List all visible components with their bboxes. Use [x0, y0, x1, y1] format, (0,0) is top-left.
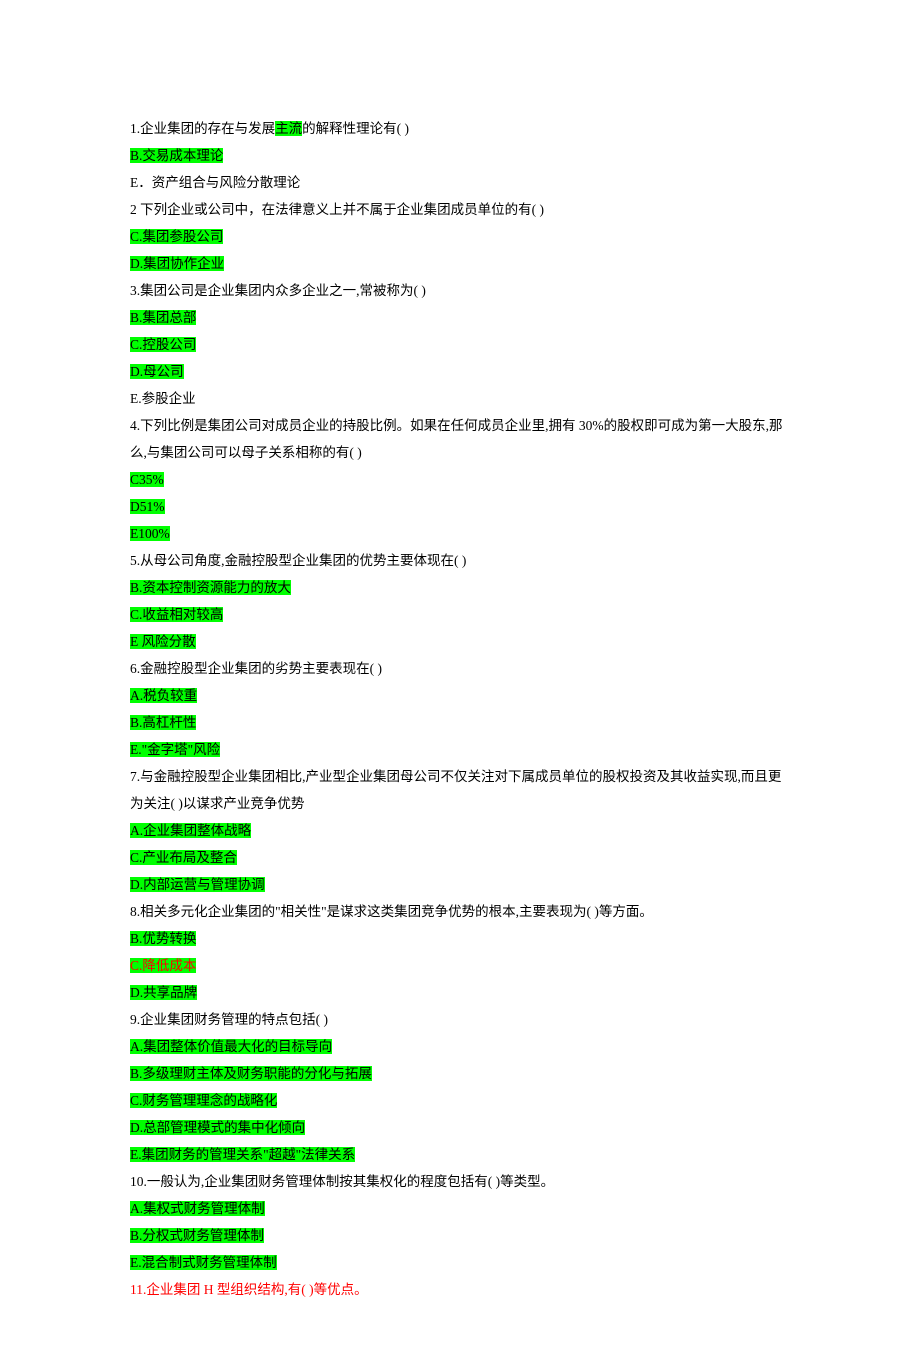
option-text: B.优势转换 — [130, 931, 196, 946]
option-text: B.高杠杆性 — [130, 715, 196, 730]
answer-option: D.总部管理模式的集中化倾向 — [130, 1114, 790, 1141]
answer-option: B.集团总部 — [130, 304, 790, 331]
answer-option: D51% — [130, 493, 790, 520]
stem-text: 9.企业集团财务管理的特点包括( ) — [130, 1012, 328, 1027]
answer-option: B.交易成本理论 — [130, 142, 790, 169]
option-text: E.参股企业 — [130, 391, 196, 406]
option-text: A.集团整体价值最大化的目标导向 — [130, 1039, 332, 1054]
stem-text: 8.相关多元化企业集团的"相关性"是谋求这类集团竞争优势的根本,主要表现为( )… — [130, 904, 653, 919]
question-stem: 10.一般认为,企业集团财务管理体制按其集权化的程度包括有( )等类型。 — [130, 1168, 790, 1195]
answer-option: A.企业集团整体战略 — [130, 817, 790, 844]
answer-option: A.集团整体价值最大化的目标导向 — [130, 1033, 790, 1060]
option-text: A.税负较重 — [130, 688, 197, 703]
answer-option: D.内部运营与管理协调 — [130, 871, 790, 898]
question-stem: 3.集团公司是企业集团内众多企业之一,常被称为( ) — [130, 277, 790, 304]
answer-option: D.共享品牌 — [130, 979, 790, 1006]
stem-text: 3.集团公司是企业集团内众多企业之一,常被称为( ) — [130, 283, 426, 298]
document-page: 1.企业集团的存在与发展主流的解释性理论有( ) B.交易成本理论 E．资产组合与风… — [0, 0, 920, 1363]
option-text: D.母公司 — [130, 364, 184, 379]
answer-option: C.产业布局及整合 — [130, 844, 790, 871]
answer-option: E．资产组合与风险分散理论 — [130, 169, 790, 196]
answer-option: B.资本控制资源能力的放大 — [130, 574, 790, 601]
answer-option: C.控股公司 — [130, 331, 790, 358]
option-text: D.总部管理模式的集中化倾向 — [130, 1120, 305, 1135]
answer-option: B.多级理财主体及财务职能的分化与拓展 — [130, 1060, 790, 1087]
option-text: E.混合制式财务管理体制 — [130, 1255, 277, 1270]
answer-option: D.母公司 — [130, 358, 790, 385]
option-text: E．资产组合与风险分散理论 — [130, 175, 300, 190]
option-text: B.集团总部 — [130, 310, 196, 325]
stem-text: 5.从母公司角度,金融控股型企业集团的优势主要体现在( ) — [130, 553, 466, 568]
option-text: C.控股公司 — [130, 337, 196, 352]
answer-option: E.混合制式财务管理体制 — [130, 1249, 790, 1276]
option-text: E.集团财务的管理关系"超越"法律关系 — [130, 1147, 355, 1162]
option-text: C.收益相对较高 — [130, 607, 223, 622]
option-text: A.企业集团整体战略 — [130, 823, 251, 838]
option-text: B.交易成本理论 — [130, 148, 223, 163]
question-stem: 2 下列企业或公司中，在法律意义上并不属于企业集团成员单位的有( ) — [130, 196, 790, 223]
answer-option: C35% — [130, 466, 790, 493]
answer-option: D.集团协作企业 — [130, 250, 790, 277]
stem-part: 的解释性理论有( ) — [302, 121, 409, 136]
question-stem: 11.企业集团 H 型组织结构,有( )等优点。 — [130, 1276, 790, 1303]
answer-option: A.集权式财务管理体制 — [130, 1195, 790, 1222]
answer-option: E 风险分散 — [130, 628, 790, 655]
question-stem: 1.企业集团的存在与发展主流的解释性理论有( ) — [130, 115, 790, 142]
question-stem: 8.相关多元化企业集团的"相关性"是谋求这类集团竞争优势的根本,主要表现为( )… — [130, 898, 790, 925]
option-text: C.财务管理理念的战略化 — [130, 1093, 277, 1108]
question-stem: 5.从母公司角度,金融控股型企业集团的优势主要体现在( ) — [130, 547, 790, 574]
answer-option: E.参股企业 — [130, 385, 790, 412]
option-text: D.共享品牌 — [130, 985, 197, 1000]
option-text: C35% — [130, 472, 164, 487]
question-stem: 6.金融控股型企业集团的劣势主要表现在( ) — [130, 655, 790, 682]
option-text: D.集团协作企业 — [130, 256, 224, 271]
answer-option: E."金字塔"风险 — [130, 736, 790, 763]
stem-text: 7.与金融控股型企业集团相比,产业型企业集团母公司不仅关注对下属成员单位的股权投… — [130, 769, 781, 811]
option-text: E 风险分散 — [130, 634, 196, 649]
question-stem: 4.下列比例是集团公司对成员企业的持股比例。如果在任何成员企业里,拥有 30%的… — [130, 412, 790, 466]
stem-part: 1.企业集团的存在与发展 — [130, 121, 275, 136]
answer-option: E.集团财务的管理关系"超越"法律关系 — [130, 1141, 790, 1168]
question-stem: 7.与金融控股型企业集团相比,产业型企业集团母公司不仅关注对下属成员单位的股权投… — [130, 763, 790, 817]
stem-text: 2 下列企业或公司中，在法律意义上并不属于企业集团成员单位的有( ) — [130, 202, 544, 217]
stem-text: 6.金融控股型企业集团的劣势主要表现在( ) — [130, 661, 382, 676]
stem-text: 11.企业集团 H 型组织结构,有( )等优点。 — [130, 1282, 368, 1297]
option-text: D.内部运营与管理协调 — [130, 877, 265, 892]
stem-text: 10.一般认为,企业集团财务管理体制按其集权化的程度包括有( )等类型。 — [130, 1174, 554, 1189]
answer-option: A.税负较重 — [130, 682, 790, 709]
option-text: C.降低成本 — [130, 958, 196, 973]
answer-option: C.财务管理理念的战略化 — [130, 1087, 790, 1114]
answer-option: B.高杠杆性 — [130, 709, 790, 736]
answer-option: B.分权式财务管理体制 — [130, 1222, 790, 1249]
option-text: C.集团参股公司 — [130, 229, 223, 244]
answer-option: E100% — [130, 520, 790, 547]
option-text: D51% — [130, 499, 165, 514]
option-text: B.分权式财务管理体制 — [130, 1228, 264, 1243]
option-text: C.产业布局及整合 — [130, 850, 237, 865]
option-text: E100% — [130, 526, 170, 541]
option-text: B.资本控制资源能力的放大 — [130, 580, 291, 595]
answer-option: B.优势转换 — [130, 925, 790, 952]
option-text: A.集权式财务管理体制 — [130, 1201, 265, 1216]
stem-text: 4.下列比例是集团公司对成员企业的持股比例。如果在任何成员企业里,拥有 30%的… — [130, 418, 783, 460]
option-text: E."金字塔"风险 — [130, 742, 220, 757]
question-stem: 9.企业集团财务管理的特点包括( ) — [130, 1006, 790, 1033]
answer-option: C.收益相对较高 — [130, 601, 790, 628]
answer-option: C.集团参股公司 — [130, 223, 790, 250]
answer-option: C.降低成本 — [130, 952, 790, 979]
option-text: B.多级理财主体及财务职能的分化与拓展 — [130, 1066, 372, 1081]
stem-part: 主流 — [275, 121, 302, 136]
